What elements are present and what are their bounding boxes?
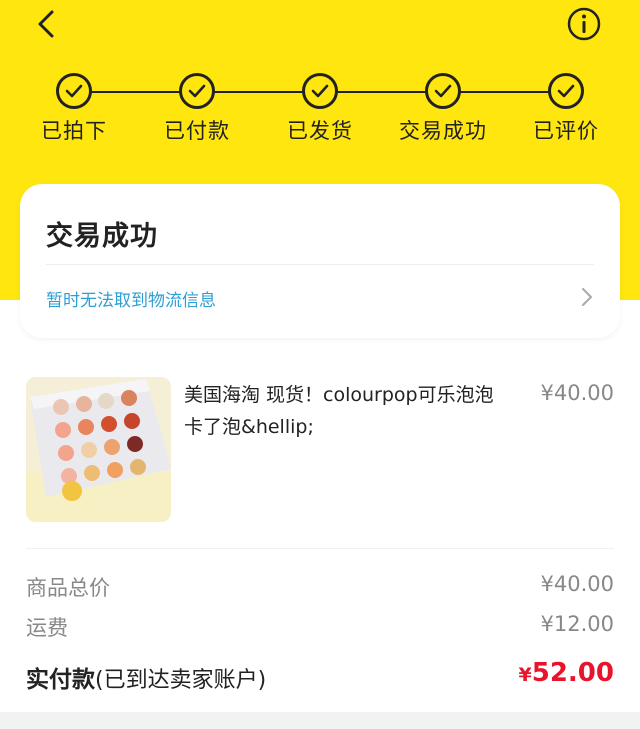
- step-check-circle: [425, 73, 461, 109]
- product-price: ¥40.00: [540, 381, 614, 405]
- subtotal-row: 商品总价 ¥40.00: [26, 572, 614, 602]
- chevron-right-icon: [582, 288, 592, 306]
- status-title: 交易成功: [46, 221, 158, 252]
- step-label: 已付款: [164, 119, 230, 143]
- check-icon: [434, 84, 452, 98]
- paid-note: (已到达卖家账户): [95, 668, 267, 693]
- shipping-label: 运费: [26, 616, 68, 640]
- step-completed: 交易成功: [383, 72, 503, 145]
- subtotal-label: 商品总价: [26, 576, 110, 600]
- shipping-row: 运费 ¥12.00: [26, 612, 614, 642]
- eyeshadow-palette-image: [26, 377, 171, 522]
- logistics-text: 暂时无法取到物流信息: [46, 291, 216, 311]
- step-check-circle: [56, 73, 92, 109]
- info-icon: [567, 7, 601, 41]
- paid-label: 实付款: [26, 667, 95, 693]
- step-shipped: 已发货: [260, 72, 380, 145]
- step-reviewed: 已评价: [506, 72, 626, 145]
- step-check-circle: [302, 73, 338, 109]
- step-paid: 已付款: [137, 72, 257, 145]
- back-button[interactable]: [30, 6, 66, 42]
- paid-label-group: 实付款(已到达卖家账户): [26, 660, 266, 694]
- footer-bar: [0, 712, 640, 729]
- step-label: 已评价: [533, 119, 599, 143]
- product-thumbnail[interactable]: [26, 377, 171, 522]
- order-progress: 已拍下 已付款 已发货 交易成功 已评价: [0, 72, 640, 152]
- check-icon: [311, 84, 329, 98]
- step-label: 交易成功: [399, 119, 487, 143]
- back-icon: [38, 10, 54, 38]
- shipping-value: ¥12.00: [540, 612, 614, 636]
- section-divider: [26, 548, 614, 549]
- step-check-circle: [548, 73, 584, 109]
- check-icon: [557, 84, 575, 98]
- status-card: 交易成功 暂时无法取到物流信息: [20, 184, 620, 338]
- check-icon: [65, 84, 83, 98]
- paid-row: 实付款(已到达卖家账户) ¥52.00: [26, 658, 614, 694]
- step-label: 已拍下: [41, 119, 107, 143]
- step-ordered: 已拍下: [14, 72, 134, 145]
- subtotal-value: ¥40.00: [540, 572, 614, 596]
- step-check-circle: [179, 73, 215, 109]
- paid-currency: ¥: [518, 664, 532, 686]
- logistics-row[interactable]: 暂时无法取到物流信息: [46, 272, 594, 322]
- info-button[interactable]: [566, 6, 602, 42]
- paid-amount: 52.00: [531, 658, 614, 688]
- card-divider: [46, 264, 594, 265]
- product-item[interactable]: 美国海淘 现货！colourpop可乐泡泡卡了泡&hellip; ¥40.00: [26, 377, 614, 523]
- step-label: 已发货: [287, 119, 353, 143]
- product-title[interactable]: 美国海淘 现货！colourpop可乐泡泡卡了泡&hellip;: [184, 379, 504, 443]
- check-icon: [188, 84, 206, 98]
- paid-amount-group: ¥52.00: [519, 658, 614, 688]
